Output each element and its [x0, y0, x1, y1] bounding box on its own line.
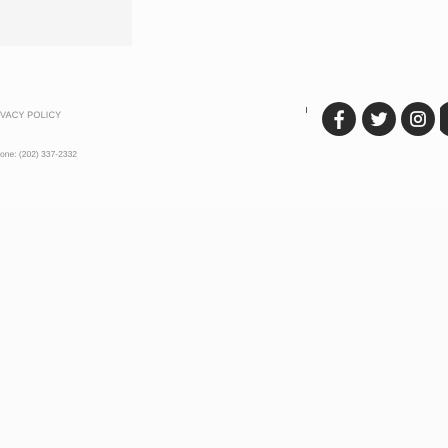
- facebook-icon[interactable]: [322, 101, 356, 137]
- footer-background: [0, 208, 448, 448]
- divider: [306, 107, 307, 113]
- top-image-placeholder: [0, 0, 132, 46]
- page: VACY POLICY one: (202) 337-2332: [0, 0, 448, 448]
- instagram-icon[interactable]: [401, 101, 435, 137]
- phone-number: one: (202) 337-2332: [0, 149, 78, 159]
- privacy-policy-link[interactable]: VACY POLICY: [0, 110, 61, 120]
- twitter-icon[interactable]: [362, 101, 396, 137]
- vimeo-icon[interactable]: [440, 101, 448, 137]
